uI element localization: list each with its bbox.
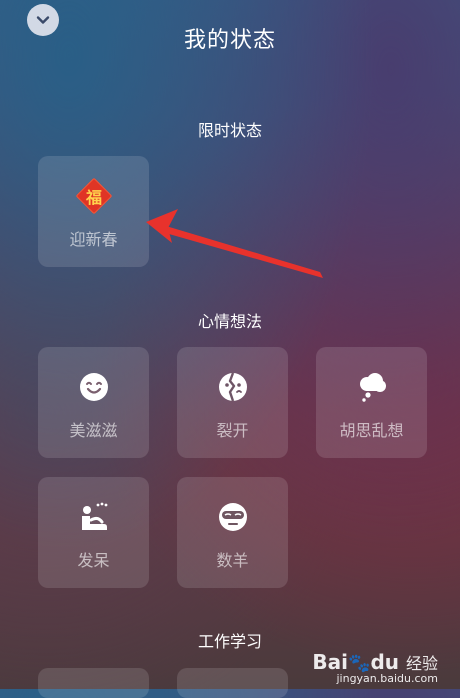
baidu-watermark: Bai🐾du 经验 jingyan.baidu.com [312,650,438,685]
fu-icon: 福 [75,177,112,215]
status-tile-counting-sheep[interactable]: 数羊 [177,477,288,588]
status-label: 迎新春 [69,230,118,249]
smile-icon [78,371,110,403]
status-label: 数羊 [216,551,249,570]
arrow-shaft [166,226,323,278]
status-tile-daze[interactable]: 发呆 [38,477,149,588]
status-label: 裂开 [216,421,249,440]
status-label: 胡思乱想 [339,421,404,440]
status-tile-partial[interactable] [177,668,288,698]
dazed-person-icon [78,501,110,533]
thought-cloud-icon [356,371,388,403]
sleep-mask-icon [217,501,249,533]
section-title-mood: 心情想法 [197,312,262,331]
arrow-head [146,209,178,243]
status-label: 发呆 [77,551,110,570]
status-tile-happy[interactable]: 美滋滋 [38,347,149,458]
status-tile-overthinking[interactable]: 胡思乱想 [316,347,427,458]
status-tile-cracked[interactable]: 裂开 [177,347,288,458]
section-title-work-study: 工作学习 [197,632,262,651]
status-tile-spring-festival[interactable]: 福 迎新春 [38,156,149,267]
cracked-face-icon [217,371,249,403]
status-label: 美滋滋 [69,421,118,440]
section-title-limited: 限时状态 [197,121,262,140]
baidu-logo: Bai🐾du 经验 [312,650,438,674]
page-title: 我的状态 [183,28,276,53]
status-tile-partial[interactable] [38,668,149,698]
